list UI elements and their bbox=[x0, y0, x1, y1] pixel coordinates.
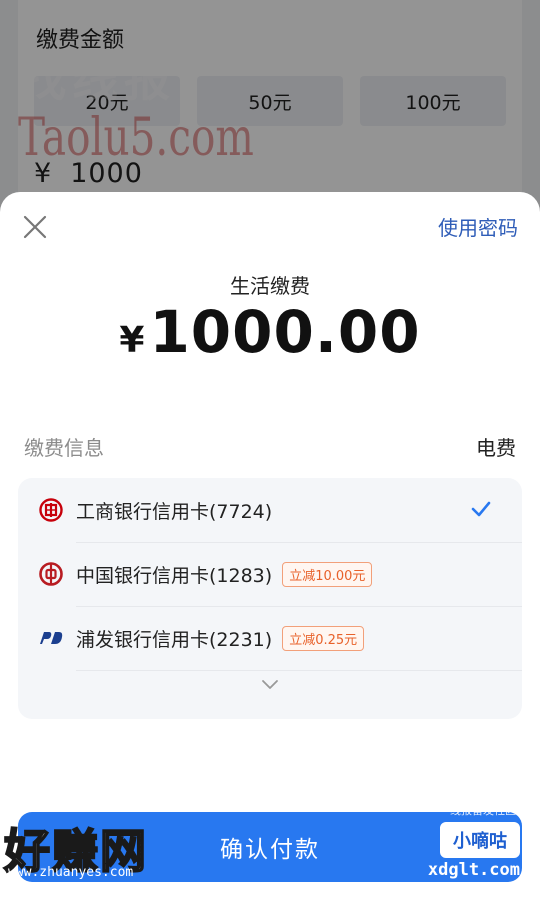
close-icon bbox=[23, 215, 47, 239]
amount-currency: ¥ bbox=[119, 320, 146, 361]
left-logo-site: www.zhuanyes.com bbox=[8, 865, 134, 880]
right-logo-site: xdglt.com bbox=[427, 860, 520, 880]
amount-value: 1000.00 bbox=[149, 298, 421, 366]
card-option-spdb[interactable]: 浦发银行信用卡(2231) 立减0.25元 bbox=[18, 606, 522, 670]
payment-info-label: 缴费信息 bbox=[24, 436, 104, 460]
check-icon bbox=[471, 501, 491, 517]
watermark-logo-right: 小嘀咕 bbox=[438, 820, 522, 860]
divider bbox=[76, 670, 522, 671]
card-name: 浦发银行信用卡(2231) bbox=[76, 628, 273, 651]
payment-amount: ¥1000.00 bbox=[0, 298, 540, 366]
use-password-link[interactable]: 使用密码 bbox=[438, 212, 518, 241]
close-button[interactable] bbox=[20, 212, 50, 242]
card-option-icbc[interactable]: 工商银行信用卡(7724) bbox=[18, 478, 522, 542]
spdb-icon bbox=[38, 625, 64, 651]
card-name: 工商银行信用卡(7724) bbox=[76, 500, 273, 523]
payment-sheet: 使用密码 生活缴费 ¥1000.00 缴费信息 电费 工商银行信用卡(7724) bbox=[0, 192, 540, 897]
chevron-down-icon bbox=[262, 680, 278, 689]
right-logo-caption: 线报留发社区 bbox=[450, 804, 516, 817]
boc-icon bbox=[38, 561, 64, 587]
payment-info-row: 缴费信息 电费 bbox=[24, 432, 516, 461]
payment-title: 生活缴费 bbox=[230, 274, 310, 298]
icbc-icon bbox=[38, 497, 64, 523]
watermark-logo-left: 好赚网 www.zhuanyes.com bbox=[3, 815, 190, 885]
expand-more-button[interactable] bbox=[260, 674, 280, 694]
discount-badge: 立减0.25元 bbox=[282, 625, 365, 651]
card-name: 中国银行信用卡(1283) bbox=[76, 564, 273, 587]
card-option-boc[interactable]: 中国银行信用卡(1283) 立减10.00元 bbox=[18, 542, 522, 606]
payment-info-value: 电费 bbox=[476, 436, 516, 460]
card-list: 工商银行信用卡(7724) 中国银行信用卡(1283) 立减10.00元 浦发银… bbox=[18, 478, 522, 719]
discount-badge: 立减10.00元 bbox=[282, 561, 373, 587]
